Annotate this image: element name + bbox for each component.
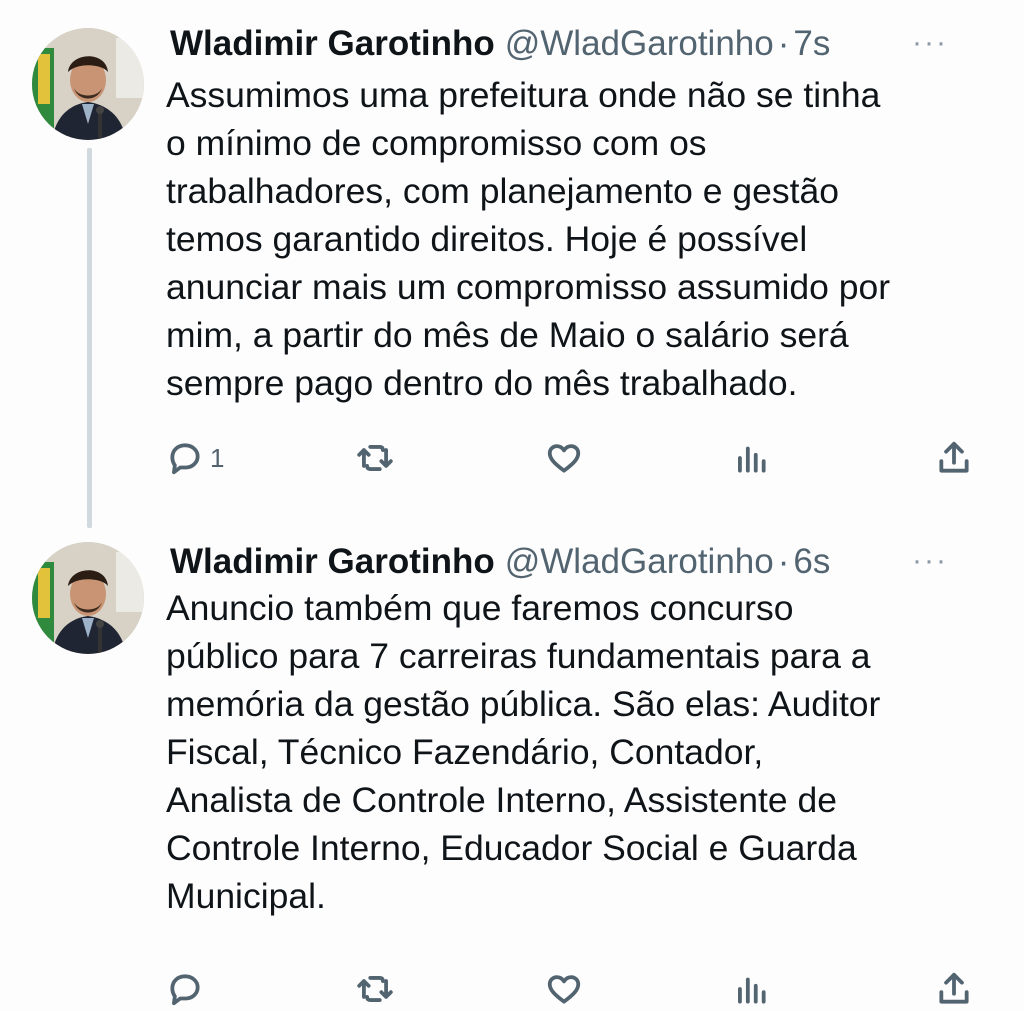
avatar-photo (32, 542, 144, 654)
reply-icon (170, 443, 200, 475)
tweet-header: Wladimir Garotinho @WladGarotinho · 7s ·… (170, 24, 1000, 64)
retweet-icon (357, 976, 393, 1002)
tweet-2[interactable]: Wladimir Garotinho @WladGarotinho · 6s ·… (0, 520, 1024, 1009)
tweet-text: Anuncio também que faremos concurso públ… (166, 588, 881, 916)
author-handle[interactable]: @WladGarotinho (505, 542, 774, 582)
reply-icon (170, 974, 200, 1006)
separator-dot: · (777, 24, 790, 63)
tweet-header: Wladimir Garotinho @WladGarotinho · 6s ·… (170, 542, 1000, 582)
action-bar: 1 (0, 436, 1024, 480)
avatar[interactable] (32, 542, 144, 654)
share-button[interactable] (935, 967, 973, 1011)
like-icon (547, 444, 581, 473)
reply-button[interactable] (166, 967, 210, 1011)
more-options-icon[interactable]: ··· (912, 546, 948, 576)
author-name[interactable]: Wladimir Garotinho (170, 542, 495, 582)
share-icon (939, 441, 969, 473)
action-bar (0, 967, 1024, 1011)
views-button[interactable] (732, 436, 770, 480)
avatar-photo (32, 28, 144, 140)
views-icon (738, 446, 766, 473)
share-icon (939, 972, 969, 1004)
reply-count: 1 (210, 442, 225, 473)
views-button[interactable] (732, 967, 770, 1011)
avatar[interactable] (32, 28, 144, 140)
retweet-button[interactable] (356, 436, 394, 480)
like-button[interactable] (545, 436, 583, 480)
reply-button[interactable]: 1 (166, 436, 224, 480)
like-button[interactable] (545, 967, 583, 1011)
tweet-text: Assumimos uma prefeitura onde não se tin… (166, 75, 891, 403)
author-name[interactable]: Wladimir Garotinho (170, 24, 495, 64)
views-icon (738, 977, 766, 1004)
timestamp[interactable]: 6s (793, 542, 830, 582)
retweet-button[interactable] (356, 967, 394, 1011)
more-options-icon[interactable]: ··· (912, 28, 948, 58)
timestamp[interactable]: 7s (793, 24, 830, 64)
like-icon (547, 975, 581, 1004)
tweet-1[interactable]: Wladimir Garotinho @WladGarotinho · 7s ·… (0, 0, 1024, 528)
author-handle[interactable]: @WladGarotinho (505, 24, 774, 64)
separator-dot: · (777, 542, 790, 581)
share-button[interactable] (935, 436, 973, 480)
retweet-icon (357, 445, 393, 471)
